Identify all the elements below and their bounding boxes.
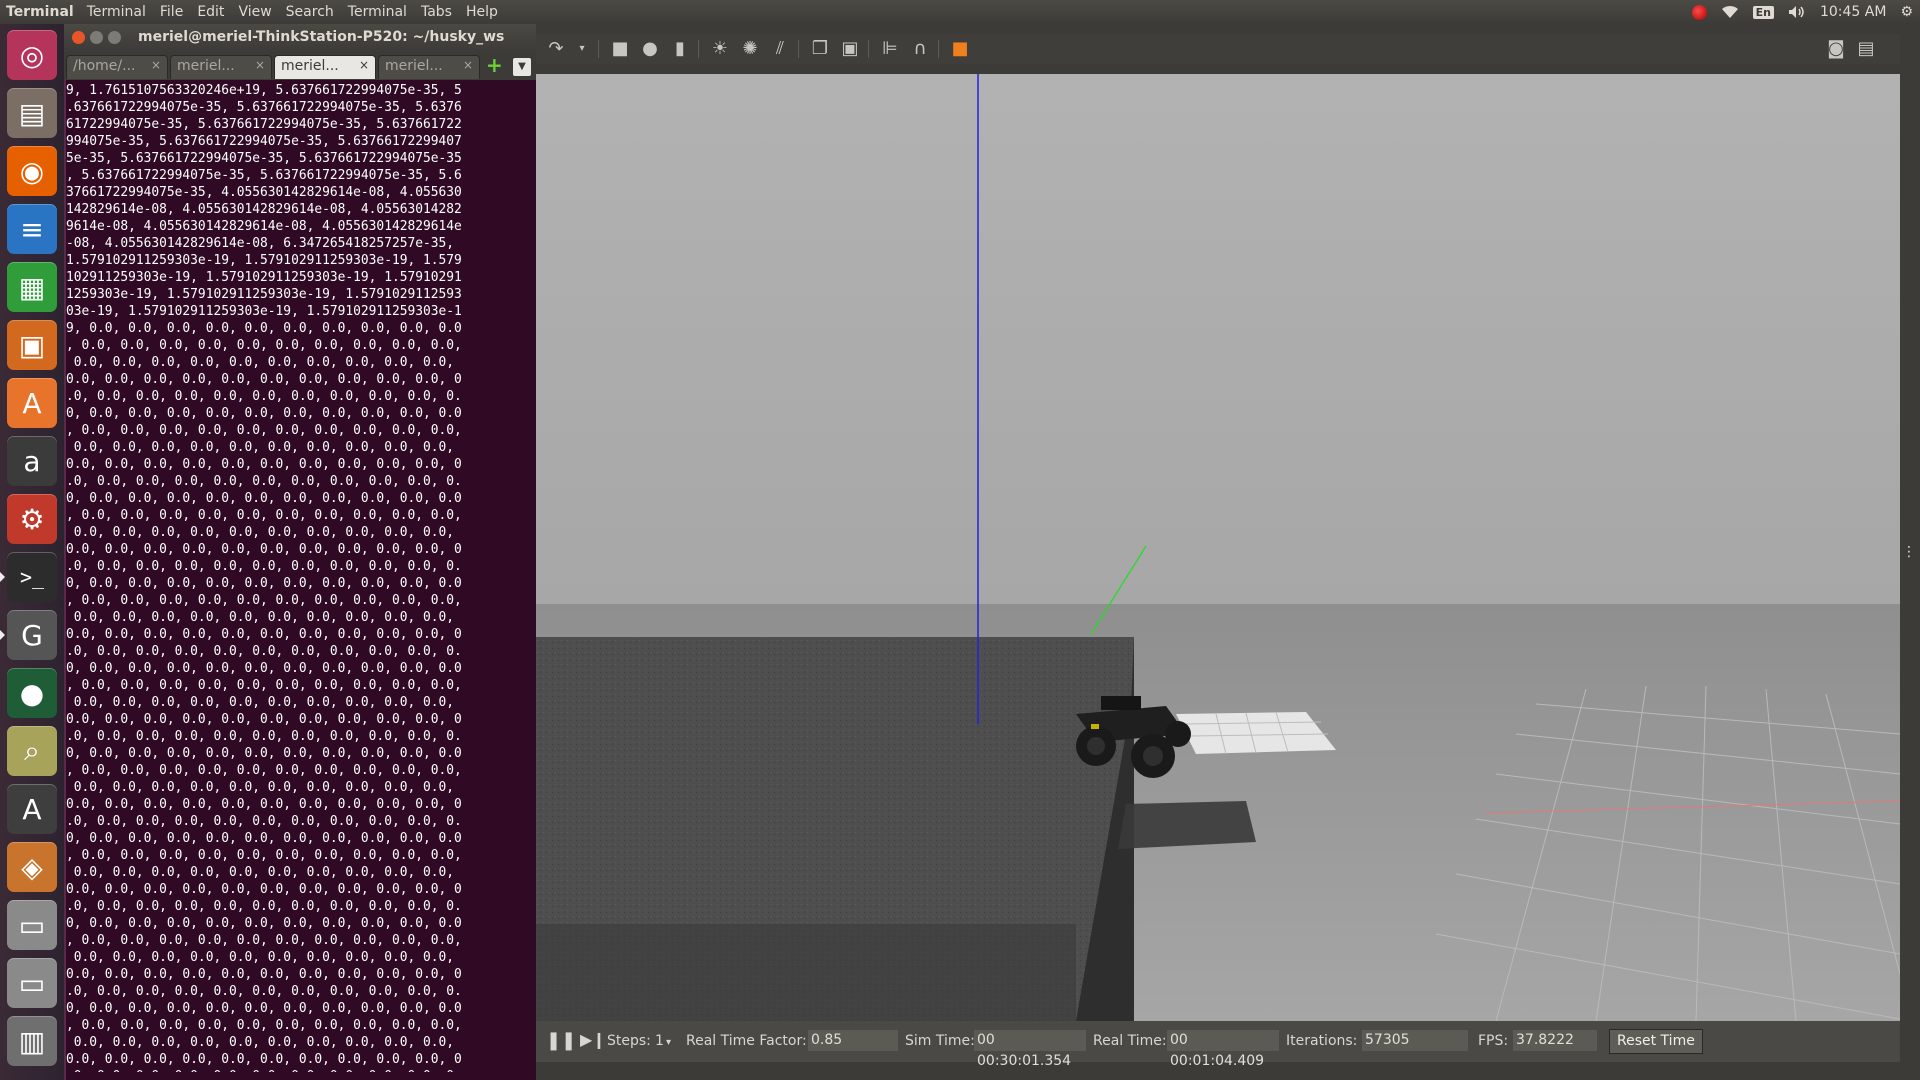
redo-icon[interactable]: ↷ <box>546 39 566 59</box>
terminal-tab-3[interactable]: meriel... × <box>274 55 376 79</box>
gazebo-3d-viewport[interactable] <box>536 74 1900 1021</box>
rtf-label: Real Time Factor: <box>686 1033 807 1049</box>
copy-icon[interactable]: ❐ <box>810 39 830 59</box>
record-indicator-icon[interactable] <box>1691 4 1707 20</box>
gazebo-toolbar: ↷ ▾ ■ ● ▮ ☀ ✺ ⫽ ❐ ▣ ⊫ ∩ ■ ◙ ▤ <box>536 34 1900 64</box>
system-settings-icon[interactable]: ⚙ <box>7 494 57 544</box>
gazebo-window: ↷ ▾ ■ ● ▮ ☀ ✺ ⫽ ❐ ▣ ⊫ ∩ ■ ◙ ▤ ❚❚ ▶❙ Step… <box>536 24 1920 1080</box>
spot-light-icon[interactable]: ✺ <box>740 39 760 59</box>
close-window-icon[interactable] <box>72 31 85 44</box>
writer-icon[interactable]: ≡ <box>7 204 57 254</box>
menu-terminal[interactable]: Terminal <box>80 4 153 20</box>
terminal-tab-4[interactable]: meriel... × <box>378 55 480 79</box>
real-time-value: 00 00:01:04.409 <box>1167 1030 1279 1069</box>
rtf-value: 0.85 <box>808 1030 898 1051</box>
record-log-icon[interactable]: ▤ <box>1856 39 1876 59</box>
files-icon[interactable]: ▤ <box>7 88 57 138</box>
steps-value[interactable]: 1 <box>655 1033 664 1049</box>
package-icon[interactable]: ◈ <box>7 842 57 892</box>
iterations-label: Iterations: <box>1286 1033 1358 1049</box>
running-indicator-icon <box>0 572 5 582</box>
terminal-title: meriel@meriel-ThinkStation-P520: ~/husky… <box>138 29 505 45</box>
step-icon[interactable]: ▶❙ <box>580 1030 606 1049</box>
firefox-icon[interactable]: ◉ <box>7 146 57 196</box>
terminal-tab-2[interactable]: meriel... × <box>170 55 272 79</box>
sphere-shape-icon[interactable]: ● <box>640 39 660 59</box>
terminal-icon[interactable]: >_ <box>7 552 57 602</box>
camera-app-icon[interactable]: ● <box>7 668 57 718</box>
reset-time-button[interactable]: Reset Time <box>1609 1029 1703 1054</box>
change-view-icon[interactable]: ■ <box>950 39 970 59</box>
directional-light-icon[interactable]: ⫽ <box>770 39 790 59</box>
align-icon[interactable]: ⊫ <box>880 39 900 59</box>
trash-icon[interactable]: ▥ <box>7 1016 57 1066</box>
terminal-tab-1[interactable]: /home/... × <box>66 55 168 79</box>
real-time-label: Real Time: <box>1093 1033 1167 1049</box>
screenshot-icon[interactable]: ◙ <box>1826 39 1846 59</box>
redo-dropdown-icon[interactable]: ▾ <box>572 39 592 59</box>
scene-render <box>536 74 1900 1021</box>
box-shape-icon[interactable]: ■ <box>610 39 630 59</box>
snap-icon[interactable]: ∩ <box>910 39 930 59</box>
menu-help[interactable]: Help <box>459 4 505 20</box>
software-updater-icon[interactable]: A <box>7 784 57 834</box>
tab-label: meriel... <box>385 58 443 74</box>
amazon-icon[interactable]: a <box>7 436 57 486</box>
paste-icon[interactable]: ▣ <box>840 39 860 59</box>
running-indicator-icon <box>0 630 5 640</box>
tab-label: /home/... <box>73 58 136 74</box>
menu-terminal-2[interactable]: Terminal <box>341 4 414 20</box>
sim-time-value: 00 00:30:01.354 <box>974 1030 1086 1069</box>
drive-2-icon[interactable]: ▭ <box>7 958 57 1008</box>
iterations-value: 57305 <box>1362 1030 1468 1051</box>
close-tab-icon[interactable]: × <box>151 58 161 72</box>
tab-label: meriel... <box>281 58 339 74</box>
menu-search[interactable]: Search <box>279 4 341 20</box>
steps-label: Steps: <box>607 1033 651 1049</box>
launcher: ◎ ▤ ◉ ≡ ▦ ▣ Aa ⚙ >_ G ● ⌕ A ◈ ▭ ▭ ▥ <box>0 24 64 1080</box>
cylinder-shape-icon[interactable]: ▮ <box>670 39 690 59</box>
tab-list-dropdown-icon[interactable]: ▼ <box>513 58 531 76</box>
steps-dropdown-icon[interactable]: ▾ <box>666 1037 671 1048</box>
point-light-icon[interactable]: ☀ <box>710 39 730 59</box>
indicator-area: En 10:45 AM ⚙ <box>1685 0 1920 24</box>
menu-view[interactable]: View <box>231 4 278 20</box>
tab-label: meriel... <box>177 58 235 74</box>
dash-icon[interactable]: ◎ <box>7 30 57 80</box>
calc-icon[interactable]: ▦ <box>7 262 57 312</box>
maximize-window-icon[interactable] <box>108 31 121 44</box>
gazebo-icon[interactable]: G <box>7 610 57 660</box>
menu-edit[interactable]: Edit <box>190 4 231 20</box>
active-app-name: Terminal <box>6 4 74 20</box>
close-tab-icon[interactable]: × <box>463 58 473 72</box>
menu-file[interactable]: File <box>153 4 190 20</box>
gazebo-status-bar: ❚❚ ▶❙ Steps: 1 ▾ Real Time Factor: 0.85 … <box>536 1021 1900 1069</box>
fps-label: FPS: <box>1478 1033 1509 1049</box>
close-tab-icon[interactable]: × <box>359 58 369 72</box>
impress-icon[interactable]: ▣ <box>7 320 57 370</box>
top-panel: Terminal Terminal File Edit View Search … <box>0 0 1920 24</box>
terminal-output[interactable]: 9, 1.7615107563320246e+19, 5.63766172299… <box>66 82 532 1072</box>
drive-icon[interactable]: ▭ <box>7 900 57 950</box>
new-tab-icon[interactable]: + <box>486 55 503 75</box>
wifi-icon[interactable] <box>1721 5 1739 19</box>
minimize-window-icon[interactable] <box>90 31 103 44</box>
terminal-window: meriel@meriel-ThinkStation-P520: ~/husky… <box>64 24 536 1080</box>
panel-handle-icon[interactable]: ⋮ <box>1902 544 1916 560</box>
menu-tabs[interactable]: Tabs <box>414 4 459 20</box>
keyboard-layout-indicator[interactable]: En <box>1752 5 1774 19</box>
clock[interactable]: 10:45 AM <box>1820 4 1886 20</box>
fps-value: 37.8222 <box>1513 1030 1597 1051</box>
image-viewer-icon[interactable]: ⌕ <box>7 726 57 776</box>
terminal-tab-bar: /home/... × meriel... × meriel... × meri… <box>64 52 536 80</box>
system-gear-icon[interactable]: ⚙ <box>1900 4 1913 20</box>
software-center-icon[interactable]: A <box>7 378 57 428</box>
sim-time-label: Sim Time: <box>905 1033 975 1049</box>
terminal-titlebar[interactable]: meriel@meriel-ThinkStation-P520: ~/husky… <box>64 24 536 52</box>
volume-icon[interactable] <box>1788 5 1806 19</box>
pause-icon[interactable]: ❚❚ <box>546 1030 576 1051</box>
close-tab-icon[interactable]: × <box>255 58 265 72</box>
